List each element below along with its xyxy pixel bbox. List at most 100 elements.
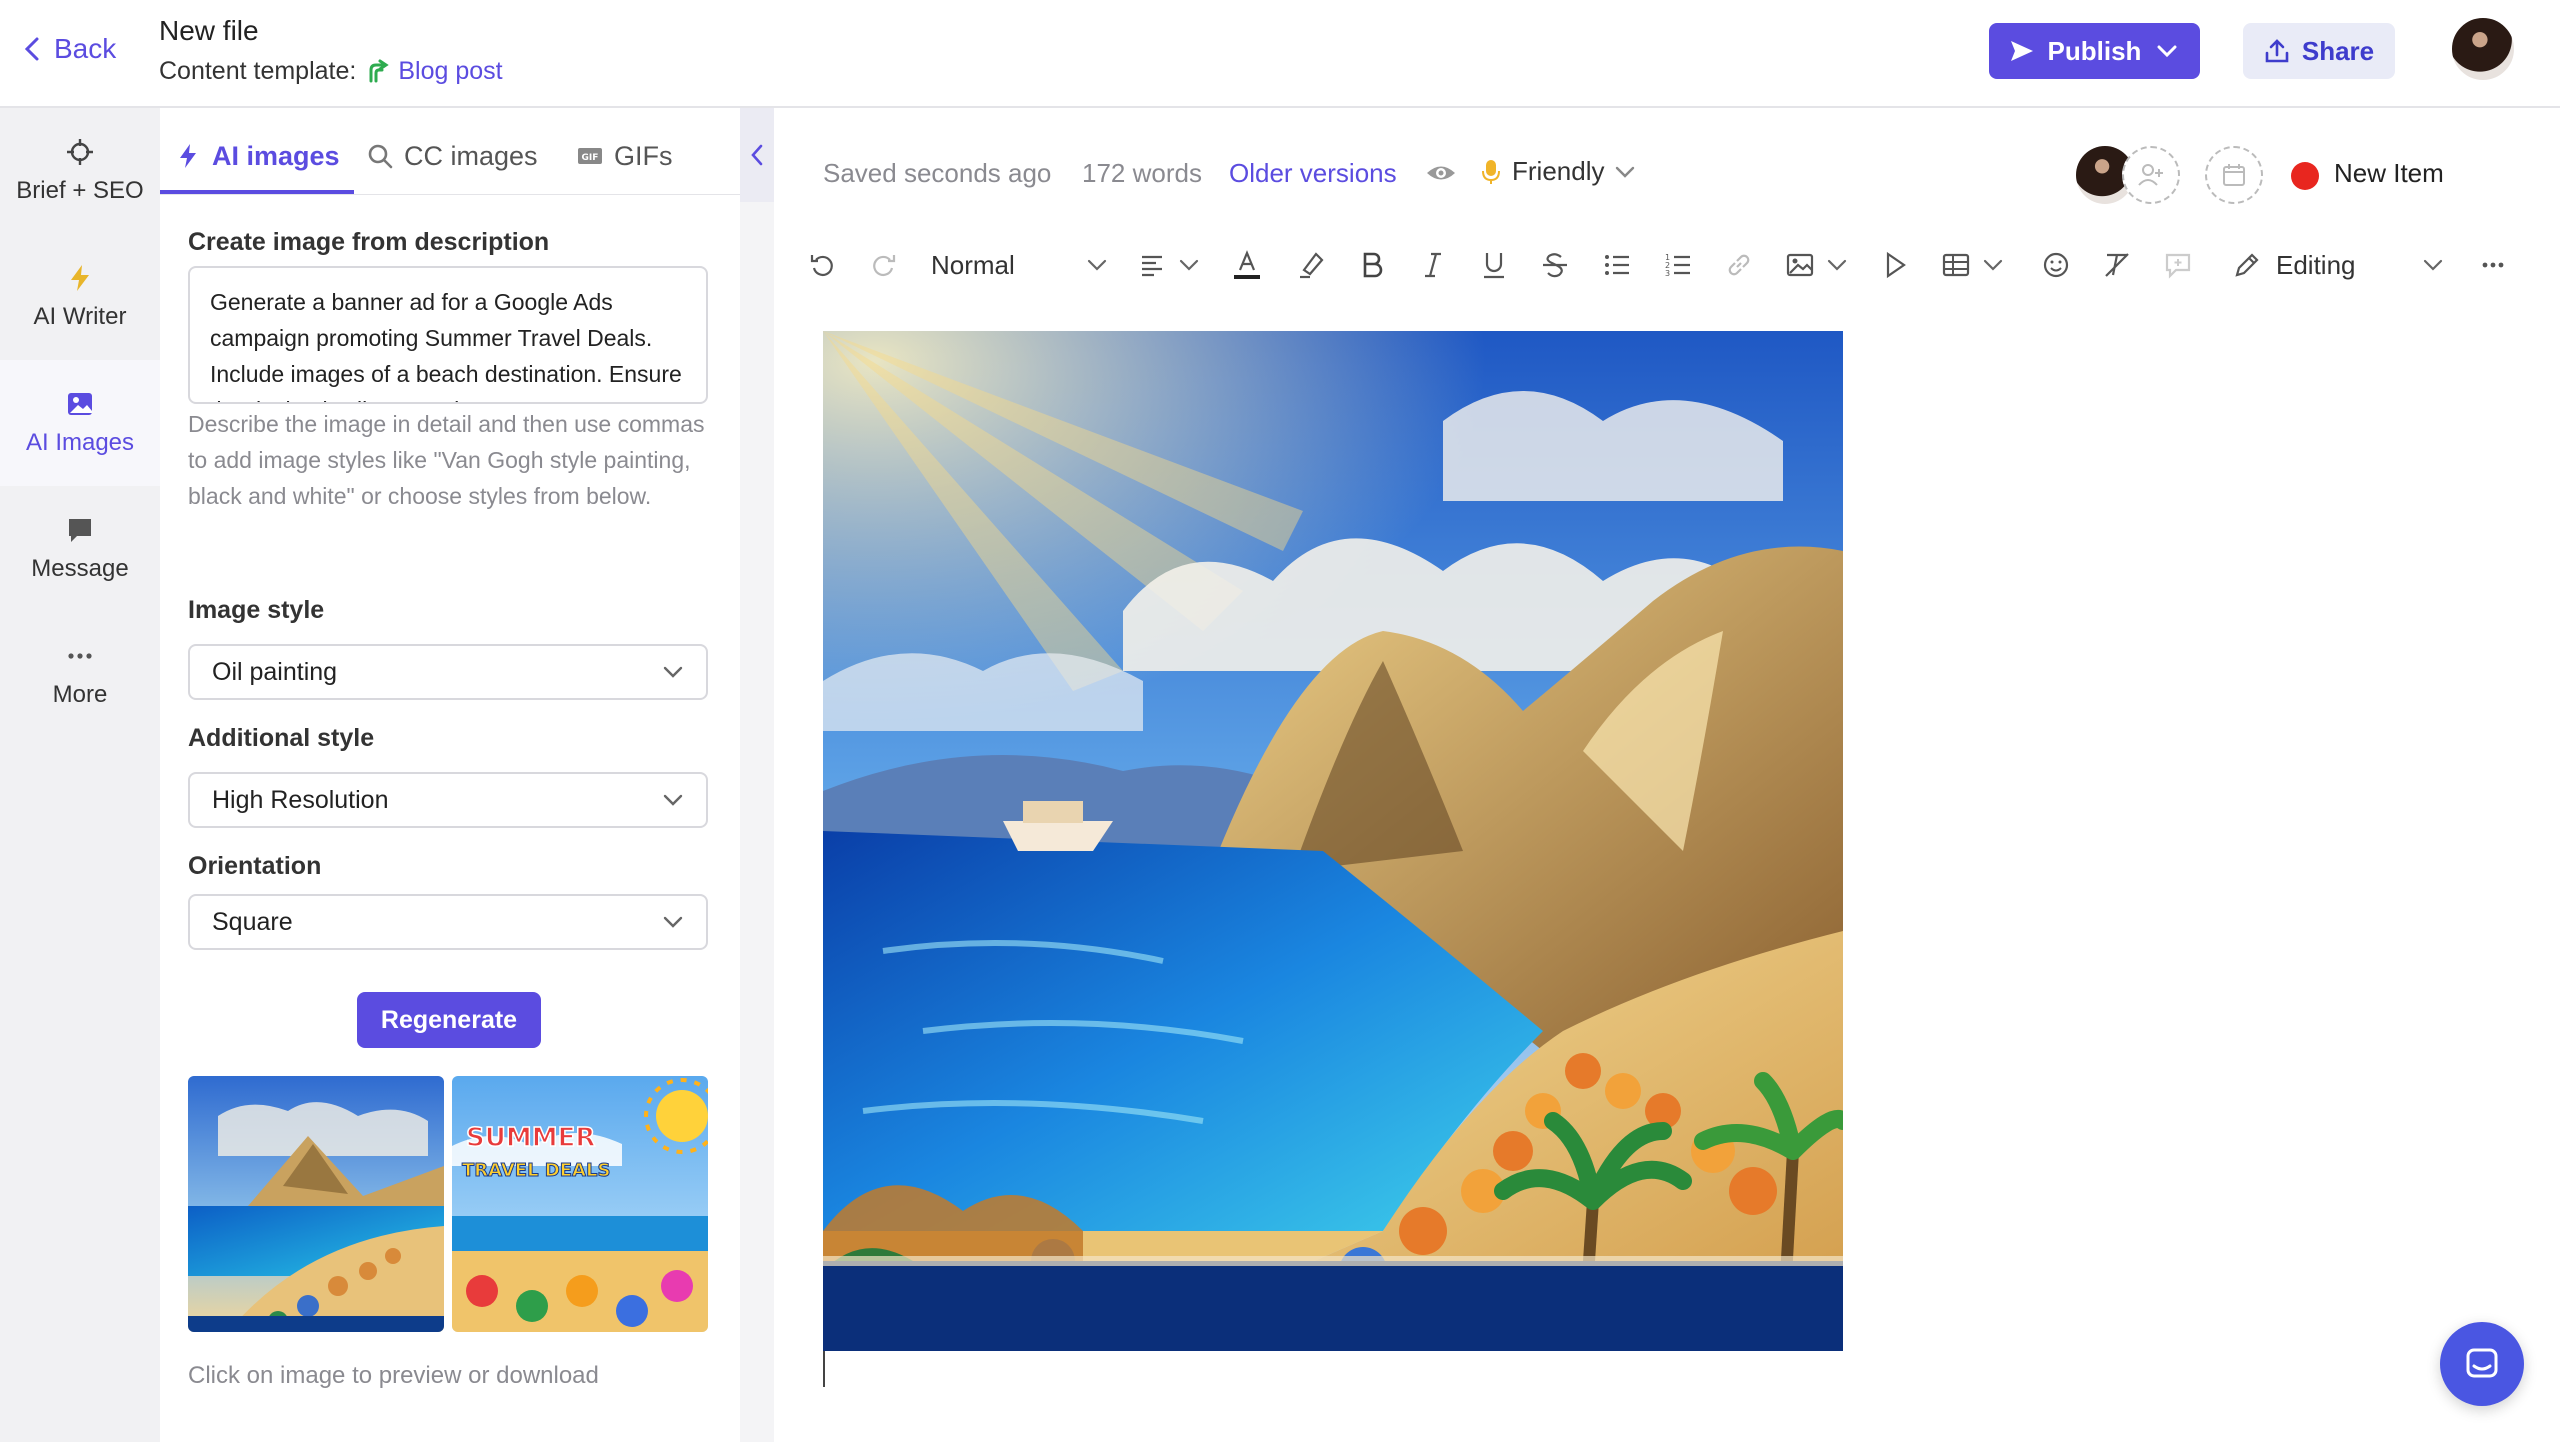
chevron-down-icon[interactable] <box>2422 258 2444 272</box>
play-icon <box>1886 251 1906 279</box>
editing-mode-dropdown[interactable]: Editing <box>2276 250 2356 281</box>
chevron-down-icon[interactable] <box>1826 258 1848 272</box>
underline-button[interactable] <box>1477 248 1511 282</box>
image-style-value: Oil painting <box>212 657 338 686</box>
additional-style-value: High Resolution <box>212 785 389 814</box>
italic-button[interactable] <box>1416 248 1450 282</box>
schedule-button[interactable] <box>2205 146 2263 204</box>
chevron-left-icon <box>751 144 763 166</box>
highlight-button[interactable] <box>1294 248 1328 282</box>
share-label: Share <box>2301 35 2375 66</box>
nav-item-brief-seo[interactable]: Brief + SEO <box>0 108 160 234</box>
publish-button[interactable]: Publish <box>1989 23 2200 79</box>
chevron-down-icon <box>663 666 683 678</box>
content-template-line: Content template: Blog post <box>159 57 503 86</box>
table-icon <box>1942 253 1970 277</box>
chat-bubble-icon <box>69 519 91 542</box>
orientation-select[interactable]: Square <box>188 894 708 950</box>
eye-icon[interactable] <box>1425 160 1457 186</box>
template-icon <box>369 59 390 82</box>
chevron-down-icon[interactable] <box>1178 258 1200 272</box>
redo-icon <box>873 255 896 277</box>
regenerate-button[interactable]: Regenerate <box>357 992 541 1048</box>
tab-label: AI images <box>212 140 340 171</box>
back-button[interactable]: Back <box>22 33 116 65</box>
nav-item-message[interactable]: Message <box>0 486 160 612</box>
italic-icon <box>1425 252 1441 278</box>
nav-label: Message <box>31 555 129 582</box>
link-button[interactable] <box>1722 248 1756 282</box>
support-chat-button[interactable] <box>2440 1322 2524 1406</box>
text-style-dropdown[interactable]: Normal <box>931 250 1015 281</box>
highlighter-icon <box>1300 252 1324 279</box>
insert-table-button[interactable] <box>1939 248 1973 282</box>
additional-style-label: Additional style <box>188 724 375 752</box>
nav-item-ai-writer[interactable]: AI Writer <box>0 234 160 360</box>
microphone-icon <box>1482 159 1500 184</box>
generated-image-thumb-1[interactable] <box>188 1076 444 1332</box>
add-collaborator-button[interactable] <box>2122 146 2180 204</box>
summer-travel-thumbnail: SUMMER TRAVEL DEALS <box>452 1076 708 1332</box>
editing-mode-icon-wrap[interactable] <box>2230 248 2264 282</box>
undo-button[interactable] <box>806 248 840 282</box>
chevron-down-icon[interactable] <box>1982 258 2004 272</box>
comment-button[interactable] <box>2161 248 2195 282</box>
search-icon <box>368 144 393 169</box>
template-prefix: Content template: <box>159 57 357 85</box>
strikethrough-button[interactable] <box>1538 248 1572 282</box>
top-header: Back New file Content template: Blog pos… <box>0 0 2560 108</box>
nav-item-more[interactable]: More <box>0 612 160 738</box>
chevron-down-icon[interactable] <box>1086 258 1108 272</box>
item-status-label[interactable]: New Item <box>2334 158 2444 189</box>
share-button[interactable]: Share <box>2243 23 2395 79</box>
align-left-icon <box>1142 255 1162 277</box>
chevron-down-icon[interactable] <box>2153 37 2181 65</box>
description-textarea[interactable]: Generate a banner ad for a Google Ads ca… <box>188 266 708 404</box>
underline-icon <box>1484 253 1504 279</box>
pencil-icon <box>2235 253 2259 277</box>
beach-oil-painting <box>823 331 1843 1351</box>
generated-image-thumb-2[interactable]: SUMMER TRAVEL DEALS <box>452 1076 708 1332</box>
image-style-select[interactable]: Oil painting <box>188 644 708 700</box>
template-link[interactable]: Blog post <box>366 57 503 86</box>
nav-item-ai-images[interactable]: AI Images <box>0 360 160 486</box>
file-title[interactable]: New file <box>159 15 259 47</box>
tab-ai-images[interactable]: AI images <box>174 136 340 176</box>
numbered-list-button[interactable]: 123 <box>1661 248 1695 282</box>
chevron-down-icon <box>1616 166 1635 178</box>
text-cursor <box>823 1351 825 1387</box>
text-color-icon <box>1234 250 1260 279</box>
chevron-down-icon <box>663 916 683 928</box>
tab-gifs[interactable]: GIF GIFs <box>576 136 673 176</box>
lightning-icon <box>180 144 196 168</box>
bullet-list-button[interactable] <box>1600 248 1634 282</box>
older-versions-link[interactable]: Older versions <box>1229 158 1397 189</box>
inserted-beach-image[interactable] <box>823 331 1843 1351</box>
chat-icon <box>2466 1348 2498 1378</box>
chevron-left-icon <box>24 37 39 61</box>
target-icon <box>67 139 93 165</box>
description-help-text: Describe the image in detail and then us… <box>188 411 705 509</box>
tab-cc-images[interactable]: CC images <box>366 136 538 176</box>
collapse-panel-button[interactable] <box>740 108 774 202</box>
panel-tabs: AI images CC images GIF GIFs <box>160 108 740 196</box>
insert-image-button[interactable] <box>1783 248 1817 282</box>
add-user-icon <box>2138 164 2163 186</box>
strikethrough-icon <box>1543 253 1567 278</box>
nav-label: AI Writer <box>33 303 127 330</box>
insert-video-button[interactable] <box>1878 248 1912 282</box>
text-color-button[interactable] <box>1230 248 1264 282</box>
svg-text:3: 3 <box>1665 269 1670 278</box>
bold-button[interactable] <box>1355 248 1389 282</box>
more-options-button[interactable] <box>2476 248 2510 282</box>
align-button[interactable] <box>1136 248 1170 282</box>
user-avatar[interactable] <box>2450 16 2516 82</box>
additional-style-select[interactable]: High Resolution <box>188 772 708 828</box>
tone-selector[interactable]: Friendly <box>1480 156 1636 187</box>
orientation-value: Square <box>212 907 293 936</box>
left-nav: Brief + SEO AI Writer AI Images Message … <box>0 108 160 1442</box>
clear-format-button[interactable] <box>2100 248 2134 282</box>
emoji-button[interactable] <box>2039 248 2073 282</box>
status-indicator-dot <box>2291 162 2319 190</box>
redo-button[interactable] <box>866 248 900 282</box>
